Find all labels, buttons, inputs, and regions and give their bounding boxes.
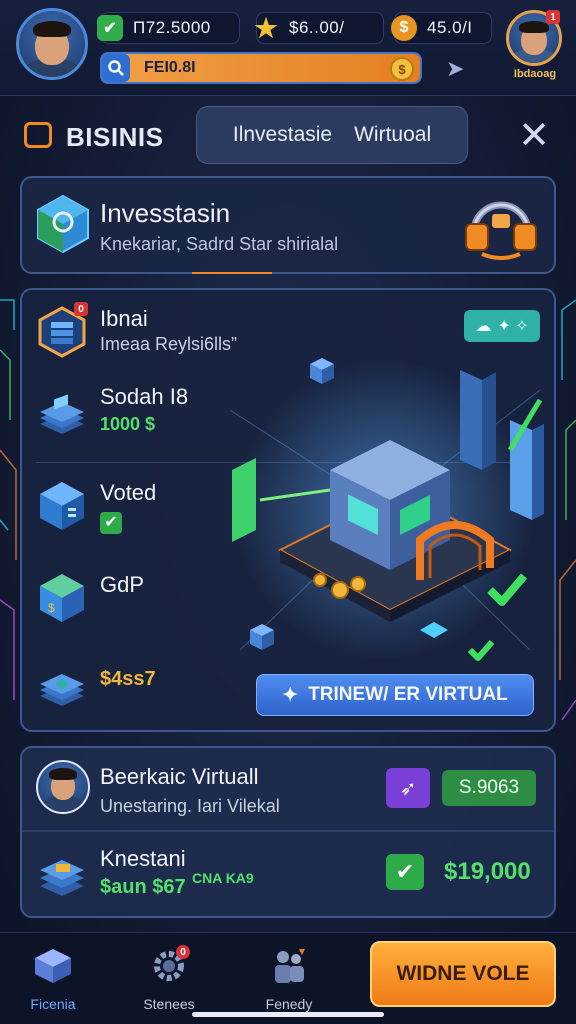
- item-title: GdP: [100, 572, 145, 597]
- investment-value: $19,000: [444, 858, 531, 885]
- green-currency[interactable]: ✔ Π72.5000: [97, 12, 240, 44]
- search-bar[interactable]: FEI0.8I $: [100, 52, 422, 84]
- trainer-virtual-button[interactable]: ✦ TRINEW/ ER VIRTUAL: [256, 674, 534, 716]
- cube-icon: [40, 482, 84, 530]
- box-icon: $: [40, 574, 84, 622]
- rocket-button[interactable]: ➶: [386, 768, 430, 808]
- cloud-icon: ☁: [475, 318, 492, 335]
- close-icon[interactable]: ✕: [514, 116, 554, 156]
- star-icon: ★: [254, 12, 278, 43]
- nav-label: Stenees: [143, 996, 195, 1012]
- hexagon-icon: [37, 194, 89, 254]
- tab-investasi[interactable]: Ilnvestasie: [233, 123, 332, 147]
- business-panel: 0 Ibnai Imeaa Reylsi6lls” Sodah I8 1000 …: [20, 288, 556, 732]
- invest-title: Invesstasin: [100, 198, 231, 228]
- search-value: FEI0.8I: [144, 59, 196, 76]
- notification-badge: 0: [176, 945, 190, 959]
- home-indicator[interactable]: [192, 1012, 384, 1017]
- virtual-panel: Beerkaic Virtuall Unestaring. Iari Vilek…: [20, 746, 556, 918]
- headset-icon: [465, 201, 537, 260]
- coin-currency[interactable]: $ 45.0/I: [391, 12, 492, 44]
- section-title: BISINIS: [66, 122, 164, 152]
- stack-icon: [40, 860, 84, 896]
- item-title: Ibnai: [100, 306, 148, 331]
- player-avatar[interactable]: [16, 8, 88, 80]
- cube-icon: [35, 949, 71, 983]
- item-title: Sodah I8: [100, 384, 189, 409]
- tab-selector[interactable]: Ilnvestasie Wirtuoal: [196, 106, 468, 164]
- divider: [22, 830, 554, 832]
- rocket-icon: ➶: [399, 777, 417, 800]
- title-row: BISINIS Ilnvestasie Wirtuoal ✕: [0, 100, 576, 170]
- manager-avatar[interactable]: [36, 760, 90, 814]
- item-title: Voted: [100, 480, 157, 505]
- cloud-chip[interactable]: ☁ ✦ ✧: [464, 310, 540, 342]
- star-currency-value: $6..00/: [289, 18, 345, 37]
- bottom-navigation: Ficenia 0 Stenees Fenedy WIDNE VOLE: [0, 932, 576, 1024]
- chip-value: ✦ ✧: [497, 318, 529, 335]
- player-name: Ibdaoag: [513, 68, 557, 80]
- nav-label: Ficenia: [30, 996, 76, 1012]
- nav-label: Fenedy: [265, 996, 313, 1012]
- progress-underline: [192, 272, 272, 274]
- green-currency-value: Π72.5000: [133, 18, 211, 37]
- virtual-subtitle: Unestaring. Iari Vilekal: [100, 796, 280, 816]
- stack-icon: [40, 394, 84, 434]
- invest-subtitle: Knekariar, Sadrd Star shirialal: [100, 234, 339, 254]
- investment-tag: CNA KA9: [192, 870, 254, 886]
- search-icon[interactable]: [102, 54, 130, 82]
- notification-badge: 0: [74, 302, 88, 316]
- diamond-icon: ✦: [282, 684, 299, 706]
- virtual-title: Beerkaic Virtuall: [100, 764, 259, 789]
- nav-item-settings[interactable]: 0 Stenees: [124, 945, 214, 1017]
- notification-badge: 1: [546, 10, 560, 24]
- star-currency[interactable]: ★ $6..00/: [254, 12, 384, 44]
- trainer-label: TRINEW/ ER VIRTUAL: [308, 684, 508, 705]
- svg-text:$: $: [48, 601, 55, 615]
- check-icon[interactable]: ✔: [386, 854, 424, 890]
- coin-icon: $: [390, 57, 414, 81]
- arrow-icon[interactable]: ➤: [446, 56, 470, 81]
- item-subtitle: Imeaa Reylsi6lls”: [100, 334, 238, 354]
- primary-action-button[interactable]: WIDNE VOLE: [370, 941, 556, 1007]
- tab-virtual[interactable]: Wirtuoal: [354, 123, 431, 147]
- nav-item-friends[interactable]: Fenedy: [244, 947, 334, 1017]
- people-icon: [275, 949, 305, 983]
- investment-card[interactable]: Invesstasin Knekariar, Sadrd Star shiria…: [20, 176, 556, 274]
- coin-currency-value: 45.0/I: [427, 18, 473, 37]
- nav-item-finance[interactable]: Ficenia: [8, 947, 98, 1017]
- item-value: $4ss7: [100, 668, 156, 690]
- check-currency-icon: ✔: [97, 15, 123, 41]
- coin-icon: $: [391, 15, 417, 41]
- value-chip[interactable]: S.9063: [442, 770, 536, 806]
- check-icon: ✔: [100, 512, 122, 534]
- top-hud: ✔ Π72.5000 ★ $6..00/ $ 45.0/I FEI0.8I $ …: [0, 0, 576, 96]
- factory-illustration: [229, 358, 544, 661]
- investment-title: Knestani: [100, 846, 186, 871]
- investment-cost: $aun $67: [100, 876, 186, 898]
- item-value: 1000 $: [100, 414, 156, 434]
- coins-stack-icon: [40, 674, 84, 706]
- shield-icon: [24, 122, 52, 148]
